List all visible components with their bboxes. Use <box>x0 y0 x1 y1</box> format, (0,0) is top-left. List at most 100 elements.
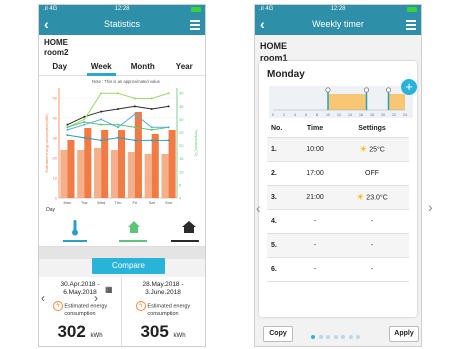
weekday-dot[interactable] <box>341 335 345 339</box>
series-point <box>117 123 119 126</box>
x-tick-label: Fri <box>133 200 138 205</box>
right-date-range: 28.May.2018 - 3.June.2018 <box>142 281 184 296</box>
y-axis-title-left: Estimated energy consumption(kWh) <box>45 114 49 173</box>
house-dark-icon <box>181 220 197 239</box>
y-tick-right: 0 <box>179 196 182 201</box>
series-point <box>100 139 103 142</box>
col-no: No. <box>271 125 283 132</box>
room-label: room2 <box>44 48 69 57</box>
series-point <box>133 139 136 142</box>
battery-icon <box>407 7 417 12</box>
legend-line-green <box>119 240 147 242</box>
tab-year[interactable]: Year <box>164 59 206 75</box>
weekday-pager: MTWTFSS <box>311 326 371 346</box>
bar <box>118 130 126 198</box>
next-day-arrow-icon[interactable]: › <box>428 199 433 215</box>
bolt-icon: ϟ <box>135 301 146 311</box>
y-tick-left: 0 <box>55 196 58 201</box>
series-point <box>66 126 69 129</box>
y-tick-right: 35 <box>179 104 184 109</box>
app-header: ‹ Statistics <box>39 15 205 35</box>
day-title: Monday <box>267 69 305 80</box>
row-number: 5. <box>271 242 277 249</box>
timeline-hour-label: 16 <box>359 113 363 117</box>
timeline-hour-label: 20 <box>381 113 385 117</box>
series-point <box>167 92 170 95</box>
clock-icon <box>325 87 331 93</box>
bar <box>110 150 118 198</box>
hamburger-menu-icon[interactable] <box>406 20 416 32</box>
series-point <box>100 92 103 95</box>
tab-month[interactable]: Month <box>122 59 164 75</box>
series-point <box>100 123 103 126</box>
timeline-hour-label: 4 <box>294 113 296 117</box>
series-point <box>150 126 153 129</box>
weekday-dot[interactable] <box>311 335 315 339</box>
weekday-dot[interactable] <box>348 335 353 339</box>
legend-line-dark <box>171 240 199 242</box>
thermometer-icon <box>71 220 79 241</box>
y-tick-left: 10 <box>53 176 58 181</box>
clock-icon <box>386 87 392 93</box>
legend-icons-row <box>39 216 205 247</box>
table-row[interactable]: 2. 17:00 OFF <box>267 162 409 186</box>
prev-day-arrow-icon[interactable]: ‹ <box>256 200 261 216</box>
y-tick-left: 50 <box>53 96 58 101</box>
row-setting: - <box>335 266 409 273</box>
next-period-arrow-icon[interactable]: › <box>94 291 98 305</box>
setting-value: - <box>370 266 374 273</box>
series-point <box>117 107 119 110</box>
table-row[interactable]: 3. 21:00 ☀ 23.0°C <box>267 186 409 210</box>
schedule-timeline: 0 2 4 6 8 10 12 14 16 18 20 22 24 <box>269 86 413 118</box>
hamburger-menu-icon[interactable] <box>190 20 200 32</box>
bar <box>94 148 102 198</box>
house-icon <box>127 220 141 239</box>
weekday-dot[interactable] <box>356 335 360 339</box>
y-tick-left: 20 <box>53 156 58 161</box>
row-time: - <box>313 218 317 225</box>
x-tick-label: Tue <box>81 200 89 205</box>
battery-icon <box>191 7 201 12</box>
series-point <box>117 136 119 139</box>
weekday-label: M <box>311 345 319 346</box>
series-point <box>150 128 153 131</box>
weekday-dot[interactable] <box>326 335 330 339</box>
row-number: 3. <box>271 194 277 201</box>
right-consumption-value: 305 <box>140 322 169 341</box>
status-bar: .ıl 4G 12:28 <box>255 5 421 15</box>
page-title: Weekly timer <box>312 19 364 29</box>
series-line <box>67 121 169 131</box>
tab-day[interactable]: Day <box>39 59 81 75</box>
weekday-label: W <box>326 345 334 346</box>
table-row[interactable]: 4. - - <box>267 210 409 234</box>
x-tick-label: Thu <box>115 200 122 205</box>
col-time: Time <box>306 125 324 132</box>
series-point <box>66 123 69 126</box>
table-row[interactable]: 6. - - <box>267 258 409 282</box>
setting-value: - <box>370 218 374 225</box>
series-point <box>167 139 170 142</box>
compare-button[interactable]: Compare <box>92 258 165 274</box>
copy-button[interactable]: Copy <box>263 326 293 342</box>
series-point <box>150 97 153 100</box>
weekday-dot[interactable] <box>333 335 338 339</box>
tab-week[interactable]: Week <box>81 59 123 76</box>
apply-button[interactable]: Apply <box>389 326 419 342</box>
weekday-dot[interactable] <box>318 335 323 339</box>
weekday-label: S <box>356 345 364 346</box>
calendar-icon[interactable]: ▦ <box>105 285 113 294</box>
y-tick-right: 25 <box>179 130 184 135</box>
table-row[interactable]: 1. 10:00 ☀ 25°C <box>267 138 409 162</box>
add-timer-button[interactable]: + <box>401 79 417 95</box>
chart-svg: Note : This is an approximated value 0 10 2… <box>45 79 198 213</box>
setting-value: 25°C <box>369 146 385 154</box>
timeline-hour-label: 18 <box>370 113 374 117</box>
table-row[interactable]: 5. - - <box>267 234 409 258</box>
bar <box>161 154 169 198</box>
status-bar: .ıl 4G 12:28 <box>39 5 205 15</box>
prev-period-arrow-icon[interactable]: ‹ <box>41 291 45 305</box>
row-setting: ☀ 25°C <box>335 144 409 155</box>
energy-chart: Note : This is an approximated value 0 10 2… <box>39 76 205 216</box>
setting-value: 23.0°C <box>366 194 388 202</box>
table-header: No. Time Settings <box>267 125 409 138</box>
